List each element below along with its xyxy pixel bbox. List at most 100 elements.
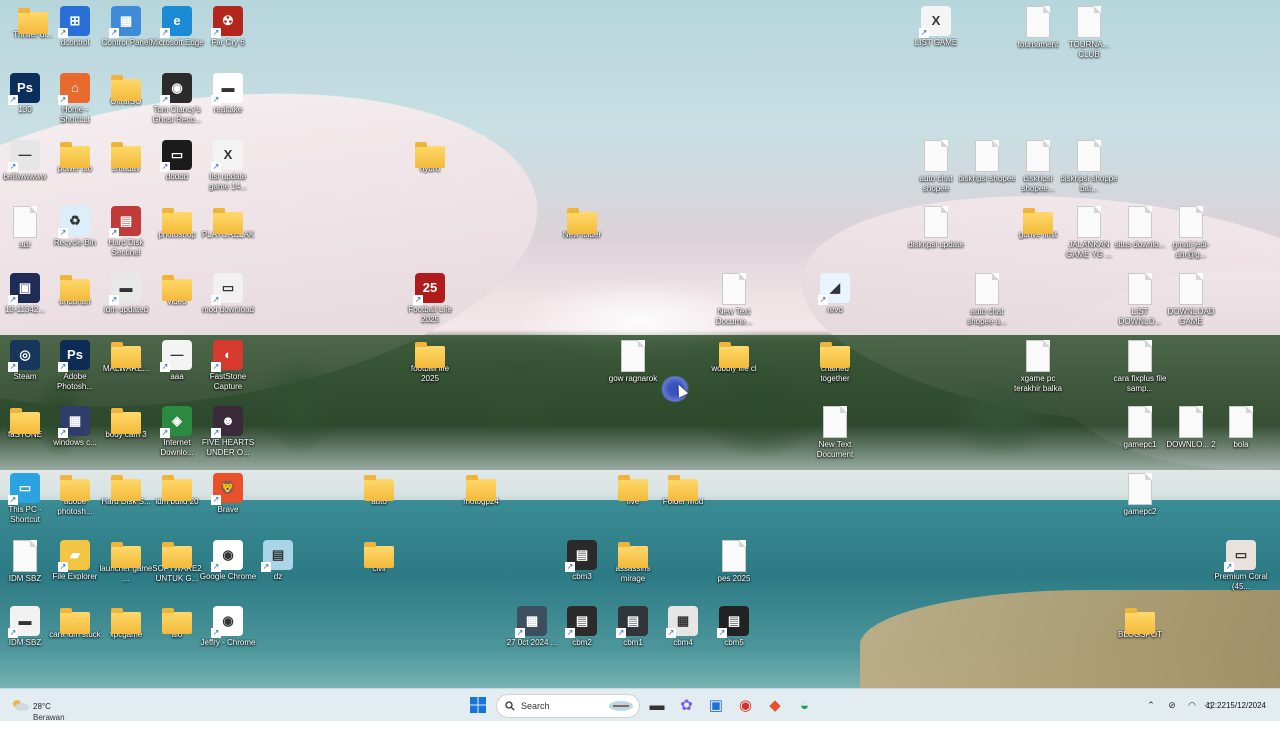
- desktop-icon-premium-coral-45[interactable]: ▭ Premium Coral (45...: [1212, 540, 1270, 592]
- desktop-icon-launcher-game[interactable]: launcher game ...: [97, 540, 155, 584]
- desktop-icon-power-iso[interactable]: power iso: [46, 140, 104, 174]
- desktop-icon-gow-ragnarok[interactable]: gow ragnarok: [604, 340, 662, 384]
- app-glyph-icon: ▦: [119, 13, 133, 28]
- desktop-icon-software2-untuk-g[interactable]: SOFTWARE2 UNTUK G...: [148, 540, 206, 584]
- desktop-icon-malware[interactable]: MALWARE...: [97, 340, 155, 374]
- desktop-icon-idm-updated[interactable]: ▬ idm updated: [97, 273, 155, 315]
- desktop-icon-photoshop[interactable]: photoshop: [148, 206, 206, 240]
- desktop-icon-file-explorer[interactable]: ▰ File Explorer: [46, 540, 104, 582]
- desktop[interactable]: Thriller di...⊞dcontrol▦Control PaneleMi…: [0, 0, 1280, 688]
- desktop-icon-cbm5[interactable]: ▤ cbm5: [705, 606, 763, 648]
- desktop-icon-smadav[interactable]: smadav: [97, 140, 155, 174]
- desktop-icon-diskripsi-shopee[interactable]: diskripsi shopee...: [1009, 140, 1067, 194]
- desktop-icon-xgame-pc-terakhir-balka[interactable]: xgame pc terakhir balka: [1009, 340, 1067, 394]
- desktop-icon-gmail-jedi-ahr-g[interactable]: gmail jedi-ahr@g...: [1162, 206, 1220, 260]
- desktop-icon-motogp24[interactable]: motogp24: [452, 473, 510, 507]
- desktop-icon-civil[interactable]: civil: [350, 540, 408, 574]
- desktop-icon-recycle-bin[interactable]: ♻ Recycle Bin: [46, 206, 104, 248]
- desktop-icon-aaa[interactable]: — aaa: [148, 340, 206, 382]
- weather-condition[interactable]: Berawan: [33, 705, 65, 729]
- desktop-icon-wobbly-life-cl[interactable]: wobbly life cl: [705, 340, 763, 374]
- wifi-icon[interactable]: ◠: [1184, 693, 1200, 717]
- desktop-icon-jeffry-chrome[interactable]: ◉ Jeffry - Chrome: [199, 606, 257, 648]
- desktop-icon-hydro[interactable]: hydro: [401, 140, 459, 174]
- desktop-icon-pes-2025[interactable]: pes 2025: [705, 540, 763, 584]
- desktop-icon-blogspot[interactable]: BLOGSPOT: [1111, 606, 1169, 640]
- desktop-icon-download-game[interactable]: DOWNLOAD GAME: [1162, 273, 1220, 327]
- desktop-icon-football-life-2025[interactable]: 25 Football Life 2025: [401, 273, 459, 325]
- desktop-icon-list-update-game-14[interactable]: Xlist update game 14...: [199, 140, 257, 192]
- desktop-icon-auto-chat-shopee-a[interactable]: auto chat shopee a...: [958, 273, 1016, 327]
- desktop-icon-diskripsi-update[interactable]: diskripsi update: [907, 206, 965, 250]
- desktop-icon-auto-chat-shopee[interactable]: auto chat shopee: [907, 140, 965, 194]
- desktop-icon-microsoft-edge[interactable]: e Microsoft Edge: [148, 6, 206, 48]
- desktop-icon-tournament[interactable]: tournament: [1009, 6, 1067, 50]
- weather-cloud-icon[interactable]: [10, 693, 30, 717]
- chrome-taskbar-icon[interactable]: ◉: [735, 693, 757, 717]
- desktop-icon-cara-idm-stuck[interactable]: cara idm stuck: [46, 606, 104, 640]
- desktop-icon-internet-downlo[interactable]: ◈ Internet Downlo...: [148, 406, 206, 458]
- desktop-icon-diskripsi-shopee[interactable]: diskripsi shopee: [958, 140, 1016, 184]
- desktop-icon-adobe-photosh[interactable]: adobe photosh...: [46, 473, 104, 517]
- brave-taskbar-icon[interactable]: ◆: [764, 693, 786, 717]
- start-button[interactable]: [468, 693, 488, 717]
- desktop-icon-gdrive-limit[interactable]: gdrive limit: [1009, 206, 1067, 240]
- desktop-icon-cbm2[interactable]: ▤ cbm2: [553, 606, 611, 648]
- desktop-icon-video[interactable]: video: [148, 273, 206, 307]
- desktop-icon-cbm3[interactable]: ▤ cbm3: [553, 540, 611, 582]
- show-hidden-icons-chevron-icon[interactable]: ⌃: [1144, 693, 1158, 717]
- store-taskbar-icon[interactable]: ▣: [705, 693, 727, 717]
- desktop-icon-gamepc2[interactable]: gamepc2: [1111, 473, 1169, 517]
- desktop-icon-revo[interactable]: ◢ revo: [806, 273, 864, 315]
- desktop-icon-folder-mod[interactable]: Folder Mod: [654, 473, 712, 507]
- desktop-icon-dz[interactable]: ▤ dz: [249, 540, 307, 582]
- desktop-icon-bola[interactable]: bola: [1212, 406, 1270, 450]
- desktop-icon-adobe-photosh[interactable]: Ps Adobe Photosh...: [46, 340, 104, 392]
- desktop-icon-far-cry-6[interactable]: ☢ Far Cry 6: [199, 6, 257, 48]
- taskbar-search-box[interactable]: Search: [496, 694, 640, 718]
- desktop-icon-football-life-2025[interactable]: football life 2025: [401, 340, 459, 384]
- desktop-icon-body-cam-3[interactable]: body cam 3: [97, 406, 155, 440]
- desktop-icon-home-shortcut[interactable]: ⌂ Home - Shortcut: [46, 73, 104, 125]
- app-glyph-icon: ☻: [221, 413, 235, 428]
- desktop-icon-hard-disk-sentinel[interactable]: ▤ Hard Disk Sentinel: [97, 206, 155, 258]
- desktop-icon-cara-fixplus-file-samp[interactable]: cara fixplus file samp...: [1111, 340, 1169, 394]
- desktop-icon-xpcgame[interactable]: xpcgame: [97, 606, 155, 640]
- desktop-icon-tom-clancy-s-ghost-reco[interactable]: ◉ Tom Clancy's Ghost Reco...: [148, 73, 206, 125]
- desktop-icon-five-hearts-under-o[interactable]: ☻ FIVE HEARTS UNDER O...: [199, 406, 257, 458]
- desktop-icon-hard-disk-s[interactable]: Hard Disk S...: [97, 473, 155, 507]
- desktop-icon-chained-together[interactable]: chained together: [806, 340, 864, 384]
- desktop-icon-jalankan-game-yg[interactable]: JALANKAN GAME YG ...: [1060, 206, 1118, 260]
- desktop-icon-unduhan[interactable]: unduhan: [46, 273, 104, 307]
- desktop-icon-dcontrol[interactable]: ⊞ dcontrol: [46, 6, 104, 48]
- desktop-icon-assassins-mirage[interactable]: assassins mirage: [604, 540, 662, 584]
- desktop-icon-list-game[interactable]: X LIST GAME: [907, 6, 965, 48]
- file-explorer-taskbar-icon[interactable]: ▬: [646, 693, 668, 717]
- desktop-icon-control-panel[interactable]: ▦ Control Panel: [97, 6, 155, 48]
- desktop-icon-idm-build-20[interactable]: idm build 20: [148, 473, 206, 507]
- desktop-icon-list-downlo[interactable]: LIST DOWNLO...: [1111, 273, 1169, 327]
- network-offline-icon[interactable]: ⊘: [1164, 693, 1180, 717]
- desktop-icon-cbm4[interactable]: ▦ cbm4: [654, 606, 712, 648]
- desktop-icon-brave[interactable]: 🦁 Brave: [199, 473, 257, 515]
- desktop-icon-gamepc1[interactable]: gamepc1: [1111, 406, 1169, 450]
- taskbar: 28°C Berawan Search ▬ ✿ ▣ ◉ ◆ ◒ ⌃ ⊘ ◠ ◁ 12:22…: [0, 688, 1280, 722]
- desktop-icon-mod-download[interactable]: ▭ mod download: [199, 273, 257, 315]
- desktop-icon-ultraiso[interactable]: UltraISO: [97, 73, 155, 107]
- desktop-icon-auto[interactable]: auto: [350, 473, 408, 507]
- desktop-icon-diskripsi-shoppe-bat[interactable]: diskripsi shoppe bat...: [1060, 140, 1118, 194]
- desktop-icon-situs-downlo[interactable]: situs downlo...: [1111, 206, 1169, 250]
- desktop-icon-new-text-document[interactable]: New Text Document: [806, 406, 864, 460]
- desktop-icon-windows-c[interactable]: ▦ windows c...: [46, 406, 104, 448]
- edge-taskbar-icon[interactable]: ◒: [794, 693, 816, 717]
- copilot-taskbar-icon[interactable]: ✿: [676, 693, 698, 717]
- desktop-icon-new-text-docume[interactable]: New Text Docume...: [705, 273, 763, 327]
- taskbar-clock[interactable]: 12:22 15/12/2024: [1206, 693, 1266, 717]
- desktop-icon-realtake[interactable]: ▬ realtake: [199, 73, 257, 115]
- desktop-icon-faststone-capture[interactable]: ◐ FastStone Capture: [199, 340, 257, 392]
- desktop-icon-ddddd[interactable]: ▭ ddddd: [148, 140, 206, 182]
- desktop-icon-tourna-club[interactable]: TOURNA... CLUB: [1060, 6, 1118, 60]
- desktop-icon-playgrelak[interactable]: PLAYGRELAK: [199, 206, 257, 240]
- desktop-icon-new-folder[interactable]: New folder: [553, 206, 611, 240]
- desktop-icon-aio[interactable]: aio: [148, 606, 206, 640]
